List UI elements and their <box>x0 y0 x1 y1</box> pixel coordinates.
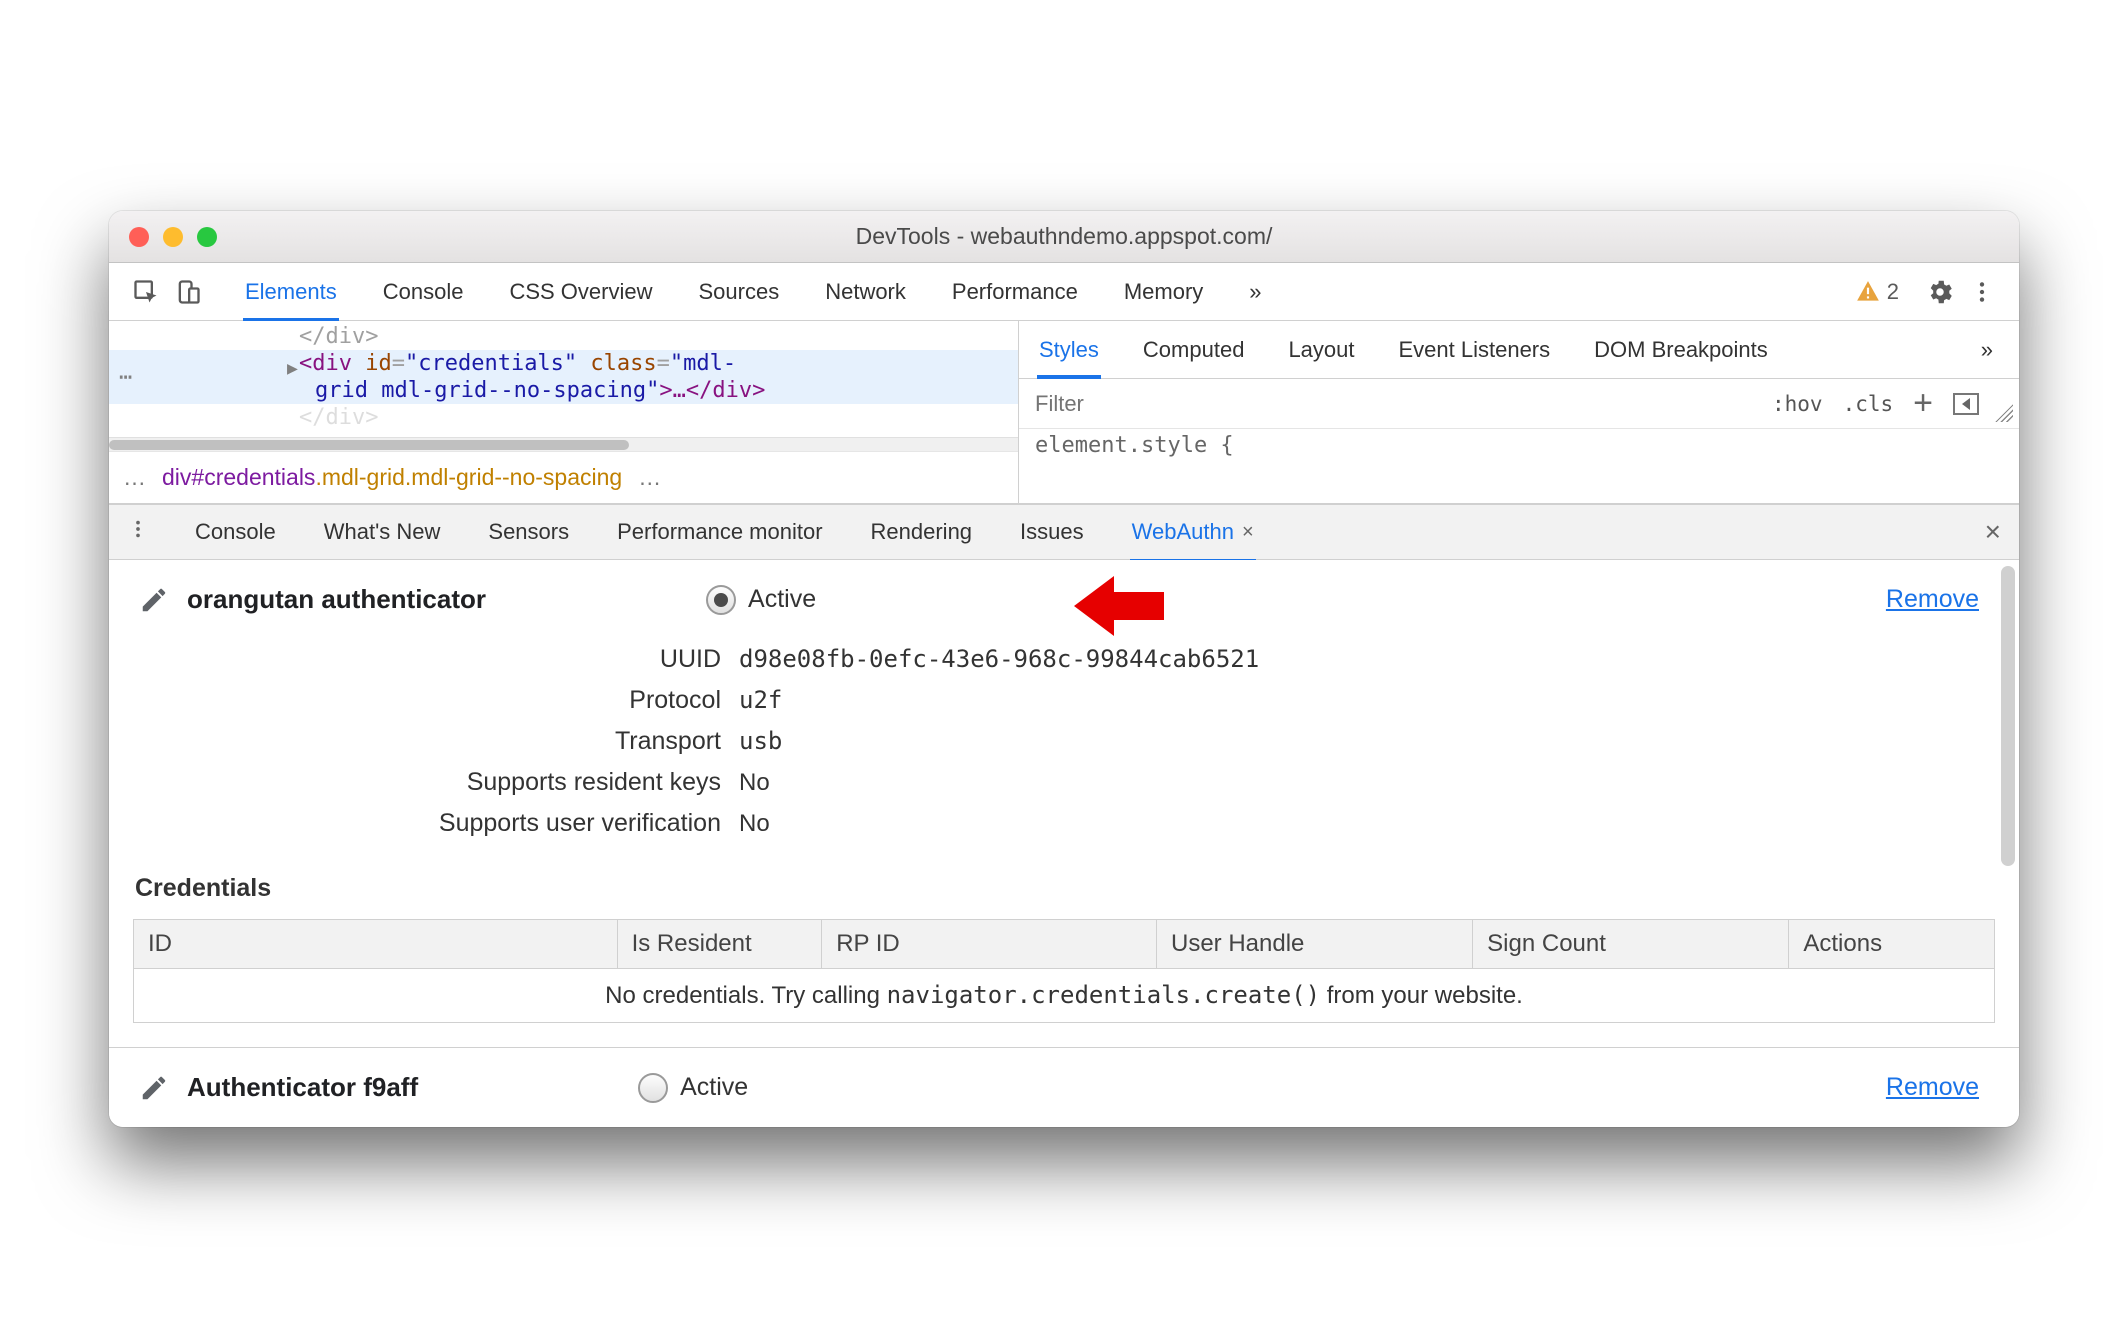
resident-keys-value: No <box>739 769 770 797</box>
window-zoom-button[interactable] <box>197 227 217 247</box>
remove-authenticator-link[interactable]: Remove <box>1886 585 1979 614</box>
credentials-heading: Credentials <box>109 864 2019 913</box>
annotation-arrow-icon <box>1069 566 1169 652</box>
elements-styles-split: ⋯ ▶ </div> <div id="credentials" class="… <box>109 321 2019 504</box>
expand-triangle-icon[interactable]: ▶ <box>287 358 298 379</box>
styles-tabs: Styles Computed Layout Event Listeners D… <box>1019 321 2019 379</box>
device-toolbar-icon[interactable] <box>171 275 205 309</box>
tab-elements[interactable]: Elements <box>243 267 339 317</box>
drawer-close-icon[interactable]: × <box>1985 516 2001 548</box>
remove-authenticator-link[interactable]: Remove <box>1886 1073 1979 1102</box>
drawer-tab-issues[interactable]: Issues <box>1018 509 1086 555</box>
drawer-tab-sensors[interactable]: Sensors <box>486 509 571 555</box>
tab-performance[interactable]: Performance <box>950 267 1080 317</box>
dom-selected-line[interactable]: <div id="credentials" class="mdl- <box>109 350 1018 377</box>
drawer-tab-whats-new[interactable]: What's New <box>322 509 443 555</box>
window-titlebar: DevTools - webauthndemo.appspot.com/ <box>109 211 2019 263</box>
toggle-sidebar-icon[interactable] <box>1953 393 1979 415</box>
transport-label: Transport <box>139 727 739 756</box>
drawer-tabstrip: Console What's New Sensors Performance m… <box>109 504 2019 560</box>
tab-sources[interactable]: Sources <box>696 267 781 317</box>
active-label: Active <box>748 585 816 614</box>
breadcrumb-node[interactable]: div#credentials <box>162 464 315 490</box>
resize-handle-icon[interactable] <box>1995 404 2013 422</box>
col-user-handle[interactable]: User Handle <box>1157 920 1473 968</box>
drawer-more-icon[interactable] <box>127 518 149 546</box>
user-verification-value: No <box>739 810 770 838</box>
credentials-header-row: ID Is Resident RP ID User Handle Sign Co… <box>134 920 1994 968</box>
inspect-element-icon[interactable] <box>129 275 163 309</box>
user-verification-label: Supports user verification <box>139 809 739 838</box>
uuid-value: d98e08fb-0efc-43e6-968c-99844cab6521 <box>739 645 1259 673</box>
authenticator-header: Authenticator f9aff Active Remove <box>109 1048 2019 1127</box>
col-rp-id[interactable]: RP ID <box>822 920 1157 968</box>
authenticator-name: orangutan authenticator <box>187 584 486 615</box>
dom-tree[interactable]: ⋯ ▶ </div> <div id="credentials" class="… <box>109 321 1018 437</box>
drawer-tab-rendering[interactable]: Rendering <box>869 509 975 555</box>
breadcrumb-ellipsis-left: … <box>123 464 146 491</box>
col-is-resident[interactable]: Is Resident <box>618 920 823 968</box>
styles-tab-dom-breakpoints[interactable]: DOM Breakpoints <box>1592 327 1770 373</box>
styles-tab-computed[interactable]: Computed <box>1141 327 1247 373</box>
main-tabstrip: Elements Console CSS Overview Sources Ne… <box>109 263 2019 321</box>
uuid-label: UUID <box>139 645 739 674</box>
drawer-tab-performance-monitor[interactable]: Performance monitor <box>615 509 824 555</box>
protocol-value: u2f <box>739 686 782 714</box>
credentials-empty-state: No credentials. Try calling navigator.cr… <box>134 968 1994 1022</box>
tabs-overflow-button[interactable]: » <box>1247 267 1263 317</box>
drawer-tab-webauthn[interactable]: WebAuthn× <box>1130 509 1256 555</box>
cls-toggle[interactable]: .cls <box>1833 392 1904 416</box>
tab-network[interactable]: Network <box>823 267 908 317</box>
dom-closing-tag: </div> <box>299 324 378 349</box>
authenticator-header: orangutan authenticator Active Remove <box>109 560 2019 639</box>
styles-pane: Styles Computed Layout Event Listeners D… <box>1019 321 2019 503</box>
tab-memory[interactable]: Memory <box>1122 267 1205 317</box>
active-radio[interactable] <box>706 585 736 615</box>
window-title: DevTools - webauthndemo.appspot.com/ <box>125 223 2003 250</box>
authenticator-name: Authenticator f9aff <box>187 1072 418 1103</box>
dom-ellipsis-icon: ⋯ <box>119 365 132 390</box>
main-tabs: Elements Console CSS Overview Sources Ne… <box>243 267 1847 317</box>
devtools-window: DevTools - webauthndemo.appspot.com/ Ele… <box>109 211 2019 1127</box>
webauthn-panel: orangutan authenticator Active Remove UU… <box>109 560 2019 1127</box>
elements-pane: ⋯ ▶ </div> <div id="credentials" class="… <box>109 321 1019 503</box>
close-tab-icon[interactable]: × <box>1242 521 1254 544</box>
col-sign-count[interactable]: Sign Count <box>1473 920 1789 968</box>
warnings-count: 2 <box>1887 279 1899 305</box>
element-style-rule[interactable]: element.style { <box>1019 429 2019 462</box>
edit-pencil-icon[interactable] <box>139 585 169 615</box>
active-radio[interactable] <box>638 1073 668 1103</box>
styles-tab-layout[interactable]: Layout <box>1286 327 1356 373</box>
resident-keys-label: Supports resident keys <box>139 768 739 797</box>
active-label: Active <box>680 1073 748 1102</box>
transport-value: usb <box>739 727 782 755</box>
breadcrumb-ellipsis-right: … <box>638 464 661 491</box>
tab-console[interactable]: Console <box>381 267 466 317</box>
styles-tabs-overflow-button[interactable]: » <box>1979 327 1995 373</box>
edit-pencil-icon[interactable] <box>139 1073 169 1103</box>
window-controls <box>129 227 217 247</box>
styles-filter-input[interactable] <box>1019 379 1762 428</box>
warnings-badge[interactable]: 2 <box>1855 279 1899 305</box>
drawer-tab-console[interactable]: Console <box>193 509 278 555</box>
settings-gear-icon[interactable] <box>1923 275 1957 309</box>
hov-toggle[interactable]: :hov <box>1762 392 1833 416</box>
col-actions[interactable]: Actions <box>1789 920 1994 968</box>
styles-tab-styles[interactable]: Styles <box>1037 327 1101 373</box>
tab-css-overview[interactable]: CSS Overview <box>507 267 654 317</box>
window-minimize-button[interactable] <box>163 227 183 247</box>
elements-horizontal-scrollbar[interactable] <box>109 437 1018 451</box>
styles-filter-row: :hov .cls + <box>1019 379 2019 429</box>
window-close-button[interactable] <box>129 227 149 247</box>
more-menu-icon[interactable] <box>1965 275 1999 309</box>
protocol-label: Protocol <box>139 686 739 715</box>
authenticator-details: UUIDd98e08fb-0efc-43e6-968c-99844cab6521… <box>139 639 2019 844</box>
col-id[interactable]: ID <box>134 920 618 968</box>
styles-tab-event-listeners[interactable]: Event Listeners <box>1397 327 1553 373</box>
new-style-rule-button[interactable]: + <box>1903 384 1943 423</box>
elements-breadcrumb[interactable]: … div#credentials.mdl-grid.mdl-grid--no-… <box>109 451 1018 503</box>
credentials-table: ID Is Resident RP ID User Handle Sign Co… <box>133 919 1995 1023</box>
